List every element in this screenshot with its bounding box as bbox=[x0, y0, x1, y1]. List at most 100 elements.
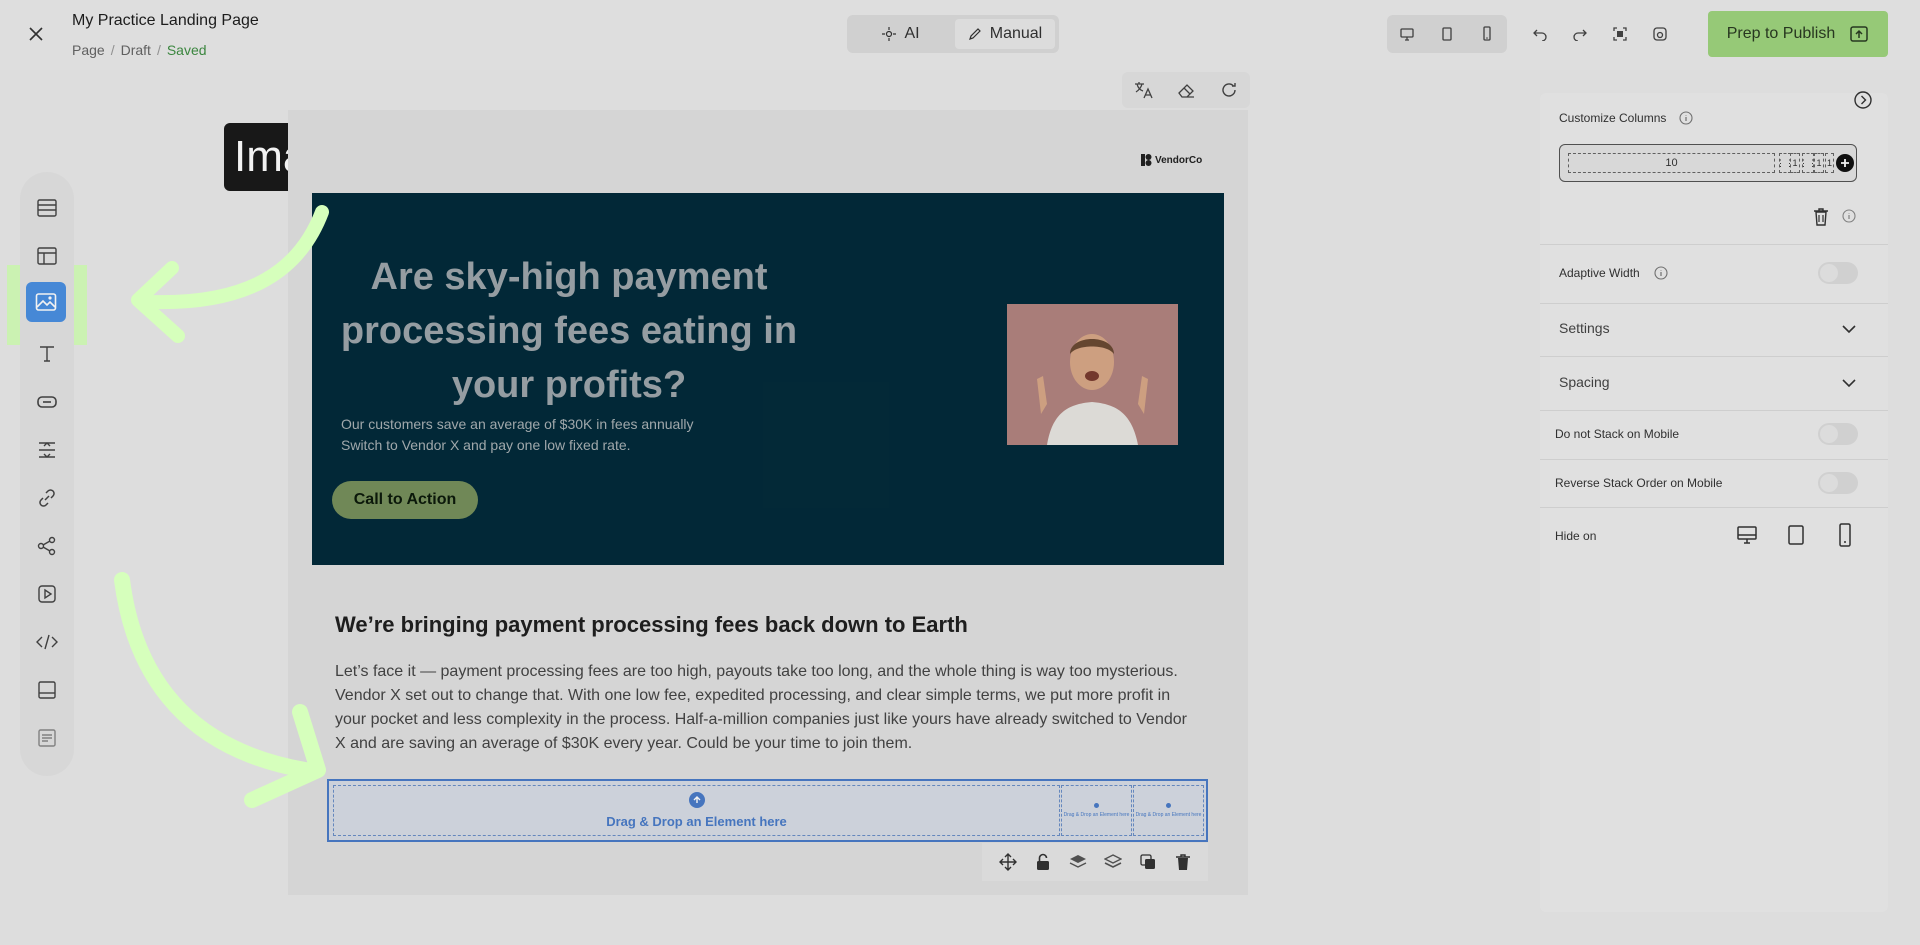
saved-status: Saved bbox=[166, 42, 207, 58]
main-column-dropzone[interactable]: Drag & Drop an Element here bbox=[333, 785, 1060, 836]
row-toolbar bbox=[982, 843, 1208, 881]
sparkle-icon bbox=[882, 27, 897, 41]
canvas-tools bbox=[1122, 72, 1250, 108]
layer-up-icon[interactable] bbox=[1064, 848, 1092, 876]
manual-mode-label: Manual bbox=[989, 25, 1043, 42]
element-toolbar bbox=[20, 172, 74, 776]
video-element-icon[interactable] bbox=[20, 576, 74, 612]
customize-columns-label: Customize Columns bbox=[1559, 111, 1667, 125]
adaptive-width-toggle[interactable] bbox=[1818, 262, 1858, 284]
collapse-panel-icon[interactable] bbox=[1853, 90, 1873, 110]
prep-to-publish-button[interactable]: Prep to Publish bbox=[1708, 11, 1888, 57]
breadcrumb-page[interactable]: Page bbox=[72, 42, 105, 58]
tablet-view-icon[interactable] bbox=[1433, 20, 1461, 48]
row-element-icon[interactable] bbox=[20, 238, 74, 274]
image-icon bbox=[35, 293, 57, 311]
breadcrumb: Page / Draft / Saved bbox=[72, 42, 207, 58]
adaptive-width-label: Adaptive Width bbox=[1559, 266, 1640, 280]
panel-divider bbox=[1540, 356, 1888, 357]
columns-info-icon[interactable] bbox=[1679, 111, 1693, 125]
column-3-dropzone[interactable]: Drag & Drop an Element here bbox=[1133, 785, 1204, 836]
add-element-icon[interactable] bbox=[688, 792, 705, 808]
device-preview-group bbox=[1387, 15, 1507, 53]
column-2-dropzone-label: Drag & Drop an Element here bbox=[1063, 812, 1130, 818]
desktop-view-icon[interactable] bbox=[1393, 20, 1421, 48]
manual-mode-button[interactable]: Manual bbox=[955, 19, 1055, 49]
no-stack-mobile-toggle[interactable] bbox=[1818, 423, 1858, 445]
button-element-icon[interactable] bbox=[20, 384, 74, 420]
undo-icon[interactable] bbox=[1526, 20, 1554, 48]
preview-icon[interactable] bbox=[1646, 20, 1674, 48]
code-element-icon[interactable] bbox=[20, 624, 74, 660]
text-element-icon[interactable] bbox=[20, 336, 74, 372]
duplicate-icon[interactable] bbox=[1134, 848, 1162, 876]
redo-icon[interactable] bbox=[1566, 20, 1594, 48]
spacing-accordion[interactable]: Spacing bbox=[1559, 374, 1859, 390]
link-element-icon[interactable] bbox=[20, 480, 74, 516]
vendor-logo-icon bbox=[1141, 154, 1152, 166]
column-2-add-icon bbox=[1094, 803, 1099, 808]
section-title[interactable]: We’re bringing payment processing fees b… bbox=[335, 612, 968, 638]
column-mini-3[interactable]: 1 bbox=[1825, 153, 1834, 173]
panel-divider bbox=[1540, 459, 1888, 460]
section-body[interactable]: Let’s face it — payment processing fees … bbox=[335, 660, 1195, 756]
column-handle-2[interactable]: ⋮⋮ bbox=[1799, 153, 1817, 173]
panel-divider bbox=[1540, 303, 1888, 304]
adaptive-width-info-icon[interactable] bbox=[1654, 266, 1668, 280]
spacer-element-icon[interactable] bbox=[20, 432, 74, 468]
spacing-chevron-down-icon[interactable] bbox=[1840, 374, 1858, 392]
delete-row-icon[interactable] bbox=[1169, 848, 1197, 876]
vendor-logo: VendorCo bbox=[1141, 154, 1202, 166]
hero-subtitle-line-2: Switch to Vendor X and pay one low fixed… bbox=[341, 437, 631, 453]
panel-divider bbox=[1540, 244, 1888, 245]
fit-screen-icon[interactable] bbox=[1606, 20, 1634, 48]
logo-text: VendorCo bbox=[1155, 154, 1203, 166]
ai-mode-label: AI bbox=[904, 25, 920, 42]
close-icon[interactable] bbox=[24, 22, 48, 46]
hide-on-desktop-icon[interactable] bbox=[1734, 522, 1760, 548]
section-element-icon[interactable] bbox=[20, 190, 74, 226]
footer-element-icon[interactable] bbox=[20, 672, 74, 708]
breadcrumb-draft: Draft bbox=[120, 42, 151, 58]
mobile-view-icon[interactable] bbox=[1473, 20, 1501, 48]
column-3-add-icon bbox=[1166, 803, 1171, 808]
top-bar: My Practice Landing Page Page / Draft / Save… bbox=[0, 0, 1920, 70]
delete-column-icon[interactable] bbox=[1812, 207, 1830, 227]
column-3-dropzone-label: Drag & Drop an Element here bbox=[1135, 812, 1202, 818]
settings-chevron-down-icon[interactable] bbox=[1840, 320, 1858, 338]
columns-config: 10 ⋮⋮ 1 ⋮⋮ 1 1 bbox=[1559, 144, 1857, 182]
hero-subtitle[interactable]: Our customers save an average of $30K in… bbox=[341, 414, 741, 456]
column-row-dropzone[interactable]: Drag & Drop an Element here Drag & Drop … bbox=[327, 779, 1208, 842]
page-title: My Practice Landing Page bbox=[72, 12, 259, 29]
add-column-icon[interactable] bbox=[1836, 154, 1854, 172]
hero-title[interactable]: Are sky-high payment processing fees eat… bbox=[333, 250, 805, 412]
column-mini-2[interactable]: 1 bbox=[1814, 153, 1824, 173]
hero-image[interactable] bbox=[1007, 304, 1178, 445]
delete-info-icon[interactable] bbox=[1842, 209, 1856, 223]
column-2-dropzone[interactable]: Drag & Drop an Element here bbox=[1061, 785, 1132, 836]
hide-on-mobile-icon[interactable] bbox=[1832, 522, 1858, 548]
call-to-action-button[interactable]: Call to Action bbox=[332, 481, 478, 519]
lock-icon[interactable] bbox=[1029, 848, 1057, 876]
form-element-icon[interactable] bbox=[20, 720, 74, 756]
move-icon[interactable] bbox=[994, 848, 1022, 876]
hide-on-tablet-icon[interactable] bbox=[1783, 522, 1809, 548]
social-element-icon[interactable] bbox=[20, 528, 74, 564]
image-element-button[interactable] bbox=[26, 282, 66, 322]
properties-panel bbox=[1540, 93, 1888, 912]
settings-accordion[interactable]: Settings bbox=[1559, 320, 1859, 336]
refresh-icon[interactable] bbox=[1215, 76, 1243, 104]
panel-divider bbox=[1540, 507, 1888, 508]
reverse-stack-toggle[interactable] bbox=[1818, 472, 1858, 494]
dropzone-label: Drag & Drop an Element here bbox=[606, 814, 787, 829]
history-tools bbox=[1526, 20, 1674, 48]
ai-mode-button[interactable]: AI bbox=[851, 19, 951, 49]
hide-on-label: Hide on bbox=[1555, 529, 1597, 543]
publish-label: Prep to Publish bbox=[1726, 25, 1836, 42]
eraser-icon[interactable] bbox=[1172, 76, 1200, 104]
translate-icon[interactable] bbox=[1129, 76, 1157, 104]
layer-down-icon[interactable] bbox=[1099, 848, 1127, 876]
column-width-input[interactable]: 10 bbox=[1568, 153, 1775, 173]
reverse-stack-label: Reverse Stack Order on Mobile bbox=[1555, 476, 1723, 490]
hero-subtitle-line-1: Our customers save an average of $30K in… bbox=[341, 416, 694, 432]
